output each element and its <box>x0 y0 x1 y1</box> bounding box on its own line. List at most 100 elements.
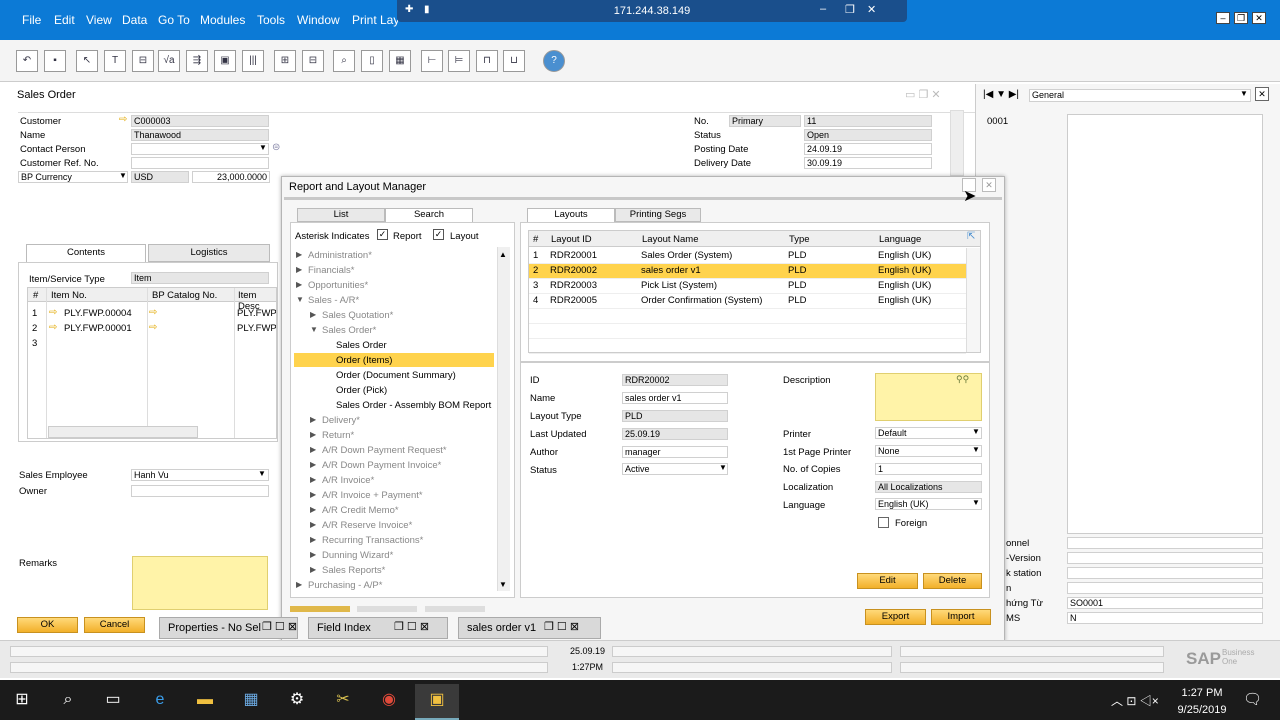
tree-node[interactable]: Order (Items) <box>336 355 392 366</box>
field-icon[interactable]: ⊟ <box>132 50 154 72</box>
posting-field[interactable]: 24.09.19 <box>804 143 932 155</box>
chevron-down-icon[interactable]: ▼ <box>719 463 727 472</box>
panel-dropdown[interactable]: General <box>1029 89 1251 102</box>
open-window-layout[interactable]: sales order v1 <box>458 617 601 639</box>
panel-row-field[interactable]: SO0001 <box>1067 597 1263 609</box>
tree-node[interactable]: Dunning Wizard* <box>322 550 393 561</box>
close-icon[interactable]: ✕ <box>1255 87 1269 101</box>
tab-printing-segs[interactable]: Printing Segs <box>615 208 701 222</box>
employee-select[interactable]: Hanh Vu <box>131 469 269 481</box>
expand-icon[interactable]: ▶ <box>310 445 316 454</box>
doc-number-field[interactable]: 11 <box>804 115 932 127</box>
chevron-down-icon[interactable]: ▼ <box>259 143 267 152</box>
sap-app-icon[interactable]: ▣ <box>424 688 450 712</box>
tree-node[interactable]: Purchasing - A/P* <box>308 580 382 591</box>
menu-item-8[interactable]: Print Layout Designer <box>352 13 400 27</box>
so-window-controls[interactable]: ▭ ❐ ✕ <box>905 88 941 101</box>
delete-button[interactable]: Delete <box>923 573 982 589</box>
align-right-icon[interactable]: ⊓ <box>476 50 498 72</box>
rdp-minimize-icon[interactable]: – <box>820 3 826 15</box>
expand-icon[interactable]: ▶ <box>310 490 316 499</box>
copies-field[interactable]: 1 <box>875 463 982 475</box>
status-select[interactable]: Active <box>622 463 728 475</box>
expand-icon[interactable]: ▶ <box>310 535 316 544</box>
layout-checkbox[interactable]: ✓ <box>433 229 444 240</box>
edit-button[interactable]: Edit <box>857 573 918 589</box>
hidden-button[interactable] <box>357 606 417 612</box>
menu-item-5[interactable]: Modules <box>200 13 245 27</box>
item-desc-cell[interactable]: PLY.FWP <box>237 323 276 334</box>
expand-icon[interactable]: ▶ <box>296 580 302 589</box>
cancel-button[interactable]: Cancel <box>84 617 145 633</box>
link-icon[interactable]: ⇶ <box>186 50 208 72</box>
menu-item-0[interactable]: File <box>22 13 41 27</box>
tree-node[interactable]: Return* <box>322 430 354 441</box>
expand-icon[interactable]: ▶ <box>310 565 316 574</box>
tree-node[interactable]: Recurring Transactions* <box>322 535 423 546</box>
expand-icon[interactable]: ▶ <box>296 265 302 274</box>
link-arrow-icon[interactable]: ⇨ <box>149 322 157 333</box>
undo-icon[interactable]: ↶ <box>16 50 38 72</box>
ok-button[interactable]: OK <box>17 617 78 633</box>
tab-search[interactable]: Search <box>385 208 473 222</box>
expand-icon[interactable]: ▶ <box>310 505 316 514</box>
id-field[interactable]: RDR20002 <box>622 374 728 386</box>
tree-node[interactable]: Delivery* <box>322 415 360 426</box>
expand-icon[interactable]: ▶ <box>310 520 316 529</box>
chevron-down-icon[interactable]: ▼ <box>258 469 266 478</box>
link-icon[interactable]: ⚲⚲ <box>956 374 969 385</box>
report-checkbox[interactable]: ✓ <box>377 229 388 240</box>
contact-field[interactable] <box>131 143 269 155</box>
tray-icons[interactable]: ︿ ⊡ ◁× <box>1111 692 1159 709</box>
align-center-icon[interactable]: ⊨ <box>448 50 470 72</box>
expand-icon[interactable]: ⇱ <box>967 231 975 242</box>
status-field[interactable]: Open <box>804 129 932 141</box>
currency-field[interactable]: USD <box>131 171 189 183</box>
tree-node[interactable]: A/R Credit Memo* <box>322 505 399 516</box>
tree-node[interactable]: Sales - A/R* <box>308 295 359 306</box>
name-field[interactable]: Thanawood <box>131 129 269 141</box>
expand-icon[interactable]: ▶ <box>296 250 302 259</box>
tree-node[interactable]: Financials* <box>308 265 354 276</box>
expand-icon[interactable]: ▶ <box>310 430 316 439</box>
item-no-cell[interactable]: PLY.FWP.00004 <box>64 308 132 319</box>
chevron-down-icon[interactable]: ▼ <box>972 498 980 507</box>
collapse-icon[interactable]: ▼ <box>296 295 304 304</box>
menu-item-1[interactable]: Edit <box>54 13 75 27</box>
chevron-down-icon[interactable]: ▼ <box>972 427 980 436</box>
preview-icon[interactable]: ⌕ <box>333 50 355 72</box>
delivery-field[interactable]: 30.09.19 <box>804 157 932 169</box>
link-arrow-icon[interactable]: ⇨ <box>119 114 127 125</box>
text-icon[interactable]: T <box>104 50 126 72</box>
scrollbar[interactable] <box>950 110 964 176</box>
menu-item-4[interactable]: Go To <box>158 13 190 27</box>
chevron-down-icon[interactable]: ▼ <box>1240 89 1248 98</box>
expand-icon[interactable]: ▶ <box>296 280 302 289</box>
owner-field[interactable] <box>131 485 269 497</box>
app-close-button[interactable]: ✕ <box>1252 12 1266 24</box>
localization-field[interactable]: All Localizations <box>875 481 982 493</box>
help-icon[interactable]: ? <box>543 50 565 72</box>
formula-icon[interactable]: √a <box>158 50 180 72</box>
ref-field[interactable] <box>131 157 269 169</box>
clock-date[interactable]: 9/25/2019 <box>1170 704 1234 716</box>
printer-select[interactable]: Default <box>875 427 982 439</box>
tree-scrollbar[interactable] <box>497 247 510 591</box>
series-field[interactable]: Primary <box>729 115 801 127</box>
chevron-up-icon[interactable]: ▲ <box>499 250 507 259</box>
collapse-icon[interactable]: ▼ <box>310 325 318 334</box>
page-icon[interactable]: ▯ <box>361 50 383 72</box>
chevron-down-icon[interactable]: ▼ <box>499 580 507 589</box>
splitter[interactable] <box>520 361 990 363</box>
menu-item-3[interactable]: Data <box>122 13 147 27</box>
app-icon[interactable]: ▦ <box>238 688 264 712</box>
grid-icon[interactable]: ▦ <box>389 50 411 72</box>
link-arrow-icon[interactable]: ⇨ <box>149 307 157 318</box>
chevron-down-icon[interactable]: ▼ <box>119 171 127 180</box>
expand-icon[interactable]: ▶ <box>310 415 316 424</box>
export-button[interactable]: Export <box>865 609 926 625</box>
align-left-icon[interactable]: ⊢ <box>421 50 443 72</box>
windows-start-icon[interactable]: ⊞ <box>9 688 35 712</box>
customer-field[interactable]: C000003 <box>131 115 269 127</box>
item-no-cell[interactable]: PLY.FWP.00001 <box>64 323 132 334</box>
